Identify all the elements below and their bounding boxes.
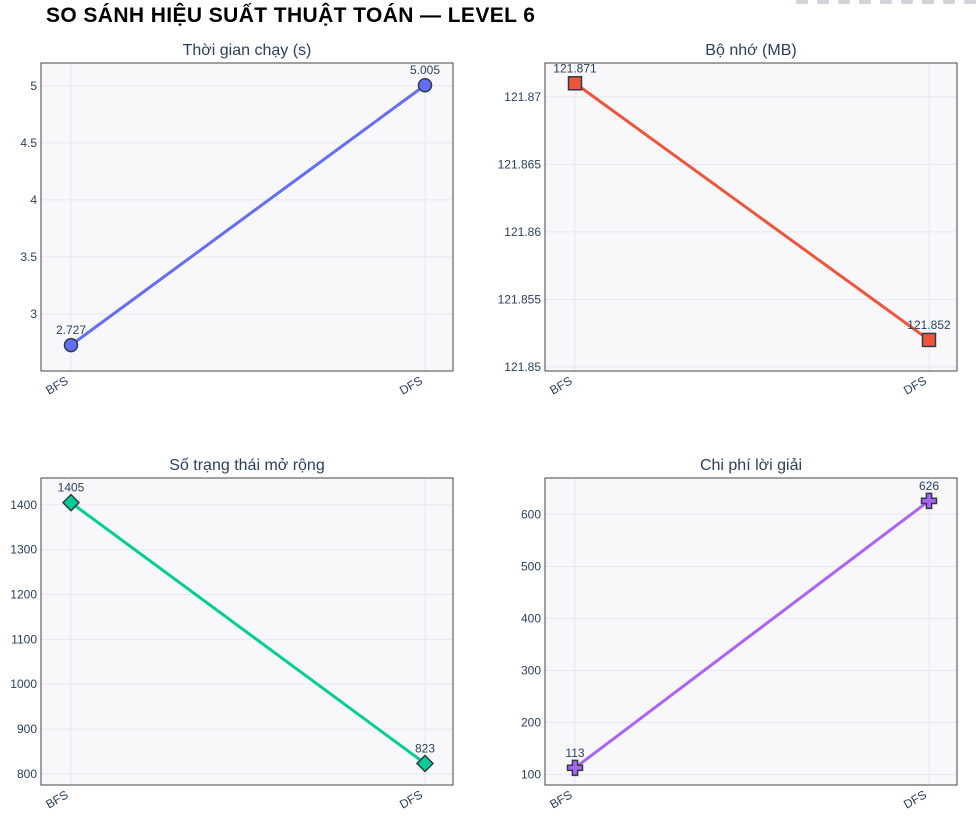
data-point xyxy=(63,337,79,353)
y-tick-label: 4.5 xyxy=(20,136,37,150)
y-tick-label: 121.85 xyxy=(504,360,541,374)
y-tick-label: 800 xyxy=(17,767,37,781)
data-point xyxy=(567,76,583,91)
y-tick-label: 1200 xyxy=(10,588,37,602)
subplot-title: Thời gian chạy (s) xyxy=(183,42,312,59)
data-label: 5.005 xyxy=(410,63,440,77)
data-label: 121.871 xyxy=(553,61,597,75)
subplot-title: Số trạng thái mở rộng xyxy=(169,457,324,474)
subplot-title: Bộ nhớ (MB) xyxy=(705,42,796,59)
x-tick-label: BFS xyxy=(43,788,70,812)
y-tick-label: 1100 xyxy=(11,632,37,646)
subplot-3: 800 900 1000 1100 1200 1300 1400 Số trạng thái … xyxy=(10,457,454,812)
data-label: 121.852 xyxy=(907,318,951,332)
plot-area xyxy=(544,477,958,786)
x-tick-label: BFS xyxy=(547,788,574,812)
x-tick-label: BFS xyxy=(43,374,70,398)
y-tick-label: 200 xyxy=(521,716,541,730)
y-tick-label: 1400 xyxy=(10,498,37,512)
y-tick-label: 100 xyxy=(521,768,541,782)
subplot-1: 3 3.5 4 4.5 5 Thời gian chạy (s) BFS DFS 2.727 5.… xyxy=(20,42,454,398)
y-tick-label: 121.865 xyxy=(498,157,542,171)
data-label: 823 xyxy=(415,741,435,755)
y-tick-label: 3 xyxy=(30,307,37,321)
y-tick-label: 1000 xyxy=(10,677,37,691)
data-label: 2.727 xyxy=(56,323,86,337)
plot-area xyxy=(544,62,958,372)
data-point xyxy=(417,77,433,93)
x-tick-label: DFS xyxy=(397,787,425,811)
x-tick-label: DFS xyxy=(901,787,929,811)
y-tick-label: 900 xyxy=(17,722,37,736)
subplot-4: 100 200 300 400 500 600 Chi phí lời giải BFS DFS… xyxy=(521,457,958,812)
y-tick-label: 300 xyxy=(521,664,541,678)
y-tick-label: 121.86 xyxy=(504,225,541,239)
data-label: 626 xyxy=(919,479,939,493)
charts-canvas: 3 3.5 4 4.5 5 Thời gian chạy (s) BFS DFS 2.727 5.… xyxy=(10,42,958,812)
y-tick-label: 5 xyxy=(30,79,37,93)
y-tick-label: 121.87 xyxy=(504,90,541,104)
x-tick-label: DFS xyxy=(397,373,425,397)
y-tick-label: 4 xyxy=(30,193,37,207)
y-tick-label: 600 xyxy=(521,507,541,521)
data-point xyxy=(921,332,937,348)
data-label: 1405 xyxy=(58,481,85,495)
y-tick-label: 3.5 xyxy=(20,250,37,264)
subplot-title: Chi phí lời giải xyxy=(700,457,802,474)
subplot-2: 121.85 121.855 121.86 121.865 121.87 Bộ nhớ (… xyxy=(498,42,958,398)
y-tick-label: 1300 xyxy=(10,543,37,557)
y-tick-label: 121.855 xyxy=(498,292,542,306)
x-tick-label: DFS xyxy=(901,373,929,397)
data-label: 113 xyxy=(565,746,584,760)
y-tick-label: 400 xyxy=(521,611,541,625)
x-tick-label: BFS xyxy=(547,374,574,398)
y-tick-label: 500 xyxy=(521,559,541,573)
